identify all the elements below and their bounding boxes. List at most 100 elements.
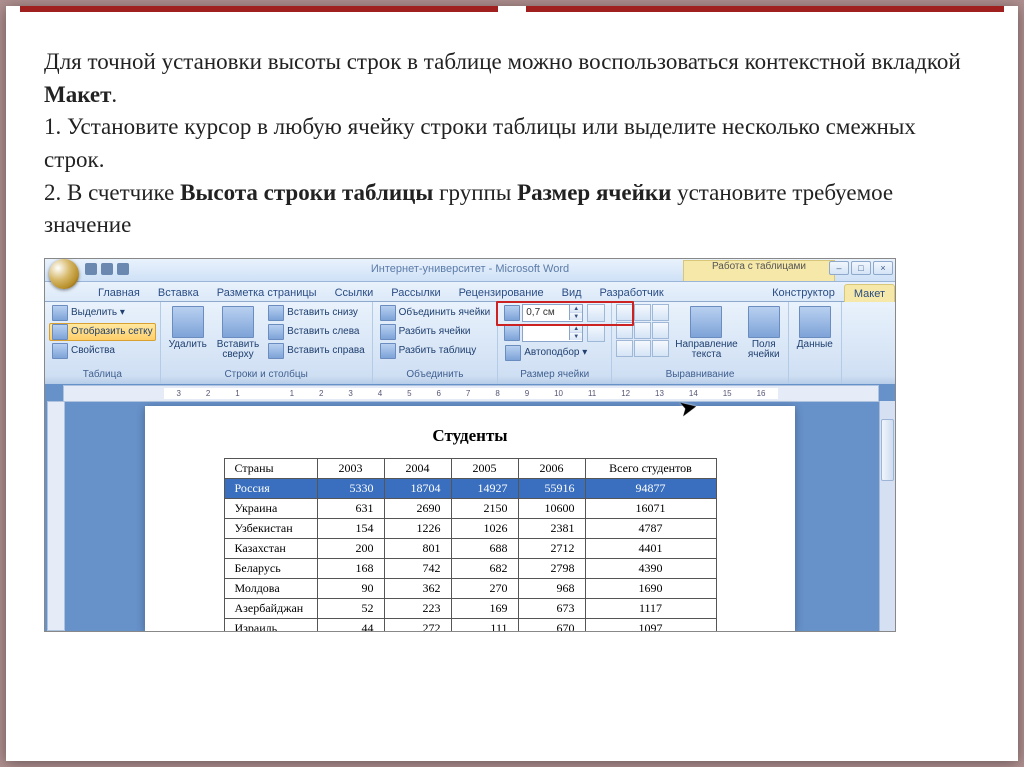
max-button[interactable]: □ xyxy=(851,261,871,275)
autofit-button[interactable]: Автоподбор ▾ xyxy=(502,344,607,362)
table-cell[interactable]: 4390 xyxy=(585,558,716,578)
table-header-cell[interactable]: 2003 xyxy=(317,458,384,478)
table-cell[interactable]: 4401 xyxy=(585,538,716,558)
table-cell[interactable]: 688 xyxy=(451,538,518,558)
table-cell[interactable]: 1226 xyxy=(384,518,451,538)
vertical-scrollbar[interactable] xyxy=(879,401,895,631)
tab-references[interactable]: Ссылки xyxy=(326,284,383,301)
students-table[interactable]: Страны2003200420052006Всего студентов Ро… xyxy=(224,458,717,632)
table-cell[interactable]: 270 xyxy=(451,578,518,598)
spinner-down-icon[interactable]: ▼ xyxy=(570,313,582,320)
table-cell[interactable]: Россия xyxy=(224,478,317,498)
tab-home[interactable]: Главная xyxy=(89,284,149,301)
split-cells-button[interactable]: Разбить ячейки xyxy=(377,323,494,341)
col-width-spinner[interactable]: ▲▼ xyxy=(522,324,583,342)
table-cell[interactable]: 44 xyxy=(317,618,384,632)
table-cell[interactable]: 5330 xyxy=(317,478,384,498)
table-header-cell[interactable]: 2005 xyxy=(451,458,518,478)
table-cell[interactable]: 200 xyxy=(317,538,384,558)
table-cell[interactable]: 2381 xyxy=(518,518,585,538)
insert-top-button[interactable]: Вставить сверху xyxy=(213,304,263,363)
table-header-cell[interactable]: 2006 xyxy=(518,458,585,478)
table-cell[interactable]: 4787 xyxy=(585,518,716,538)
close-button[interactable]: × xyxy=(873,261,893,275)
table-cell[interactable]: 16071 xyxy=(585,498,716,518)
tab-view[interactable]: Вид xyxy=(553,284,591,301)
data-button[interactable]: Данные xyxy=(793,304,837,353)
tab-mailings[interactable]: Рассылки xyxy=(382,284,449,301)
table-cell[interactable]: 742 xyxy=(384,558,451,578)
scrollbar-thumb[interactable] xyxy=(881,419,894,481)
table-cell[interactable]: 168 xyxy=(317,558,384,578)
table-cell[interactable]: Беларусь xyxy=(224,558,317,578)
tab-developer[interactable]: Разработчик xyxy=(591,284,673,301)
table-cell[interactable]: 272 xyxy=(384,618,451,632)
table-row[interactable]: Азербайджан522231696731117 xyxy=(224,598,716,618)
text-direction-button[interactable]: Направление текста xyxy=(671,304,741,363)
insert-right-button[interactable]: Вставить справа xyxy=(265,342,367,360)
table-cell[interactable]: 154 xyxy=(317,518,384,538)
table-cell[interactable]: 111 xyxy=(451,618,518,632)
table-cell[interactable]: 2690 xyxy=(384,498,451,518)
vertical-ruler[interactable] xyxy=(47,401,65,631)
insert-below-button[interactable]: Вставить снизу xyxy=(265,304,367,322)
table-row[interactable]: Израиль442721116701097 xyxy=(224,618,716,632)
table-cell[interactable]: 2712 xyxy=(518,538,585,558)
table-cell[interactable]: 362 xyxy=(384,578,451,598)
table-cell[interactable]: 55916 xyxy=(518,478,585,498)
tab-insert[interactable]: Вставка xyxy=(149,284,208,301)
page[interactable]: Студенты Страны2003200420052006Всего сту… xyxy=(145,406,795,631)
table-cell[interactable]: 1097 xyxy=(585,618,716,632)
table-cell[interactable]: 169 xyxy=(451,598,518,618)
table-cell[interactable]: 223 xyxy=(384,598,451,618)
horizontal-ruler[interactable]: 32112345678910111213141516 xyxy=(63,385,879,402)
table-row[interactable]: Россия533018704149275591694877 xyxy=(224,478,716,498)
split-table-button[interactable]: Разбить таблицу xyxy=(377,342,494,360)
table-cell[interactable]: 801 xyxy=(384,538,451,558)
table-cell[interactable]: 682 xyxy=(451,558,518,578)
delete-button[interactable]: Удалить xyxy=(165,304,211,353)
table-cell[interactable]: Молдова xyxy=(224,578,317,598)
table-cell[interactable]: 673 xyxy=(518,598,585,618)
table-cell[interactable]: 670 xyxy=(518,618,585,632)
tab-pagelayout[interactable]: Разметка страницы xyxy=(208,284,326,301)
table-cell[interactable]: Азербайджан xyxy=(224,598,317,618)
table-row[interactable]: Молдова903622709681690 xyxy=(224,578,716,598)
table-header-row[interactable]: Страны2003200420052006Всего студентов xyxy=(224,458,716,478)
table-row[interactable]: Украина631269021501060016071 xyxy=(224,498,716,518)
table-row[interactable]: Казахстан20080168827124401 xyxy=(224,538,716,558)
row-height-value[interactable]: 0,7 см xyxy=(523,307,569,318)
table-cell[interactable]: Казахстан xyxy=(224,538,317,558)
table-header-cell[interactable]: Страны xyxy=(224,458,317,478)
row-height-spinner[interactable]: 0,7 см ▲▼ xyxy=(522,304,583,322)
alignment-grid[interactable] xyxy=(616,304,669,357)
table-cell[interactable]: 18704 xyxy=(384,478,451,498)
spinner-up-icon[interactable]: ▲ xyxy=(570,325,582,333)
table-cell[interactable]: 631 xyxy=(317,498,384,518)
table-cell[interactable]: Узбекистан xyxy=(224,518,317,538)
merge-cells-button[interactable]: Объединить ячейки xyxy=(377,304,494,322)
table-cell[interactable]: 1117 xyxy=(585,598,716,618)
spinner-down-icon[interactable]: ▼ xyxy=(570,333,582,340)
distribute-rows-button[interactable] xyxy=(587,304,605,322)
table-cell[interactable]: 2798 xyxy=(518,558,585,578)
table-cell[interactable]: 2150 xyxy=(451,498,518,518)
office-button[interactable] xyxy=(49,259,79,289)
show-grid-button[interactable]: Отобразить сетку xyxy=(49,323,156,341)
tab-layout[interactable]: Макет xyxy=(844,284,895,302)
table-cell[interactable]: 1690 xyxy=(585,578,716,598)
select-button[interactable]: Выделить ▾ xyxy=(49,304,156,322)
table-cell[interactable]: 10600 xyxy=(518,498,585,518)
table-cell[interactable]: Украина xyxy=(224,498,317,518)
table-header-cell[interactable]: Всего студентов xyxy=(585,458,716,478)
table-cell[interactable]: 1026 xyxy=(451,518,518,538)
table-cell[interactable]: 90 xyxy=(317,578,384,598)
distribute-cols-button[interactable] xyxy=(587,324,605,342)
spinner-up-icon[interactable]: ▲ xyxy=(570,305,582,313)
table-row[interactable]: Узбекистан1541226102623814787 xyxy=(224,518,716,538)
properties-button[interactable]: Свойства xyxy=(49,342,156,360)
table-cell[interactable]: Израиль xyxy=(224,618,317,632)
table-header-cell[interactable]: 2004 xyxy=(384,458,451,478)
table-cell[interactable]: 968 xyxy=(518,578,585,598)
cell-margins-button[interactable]: Поля ячейки xyxy=(744,304,784,363)
